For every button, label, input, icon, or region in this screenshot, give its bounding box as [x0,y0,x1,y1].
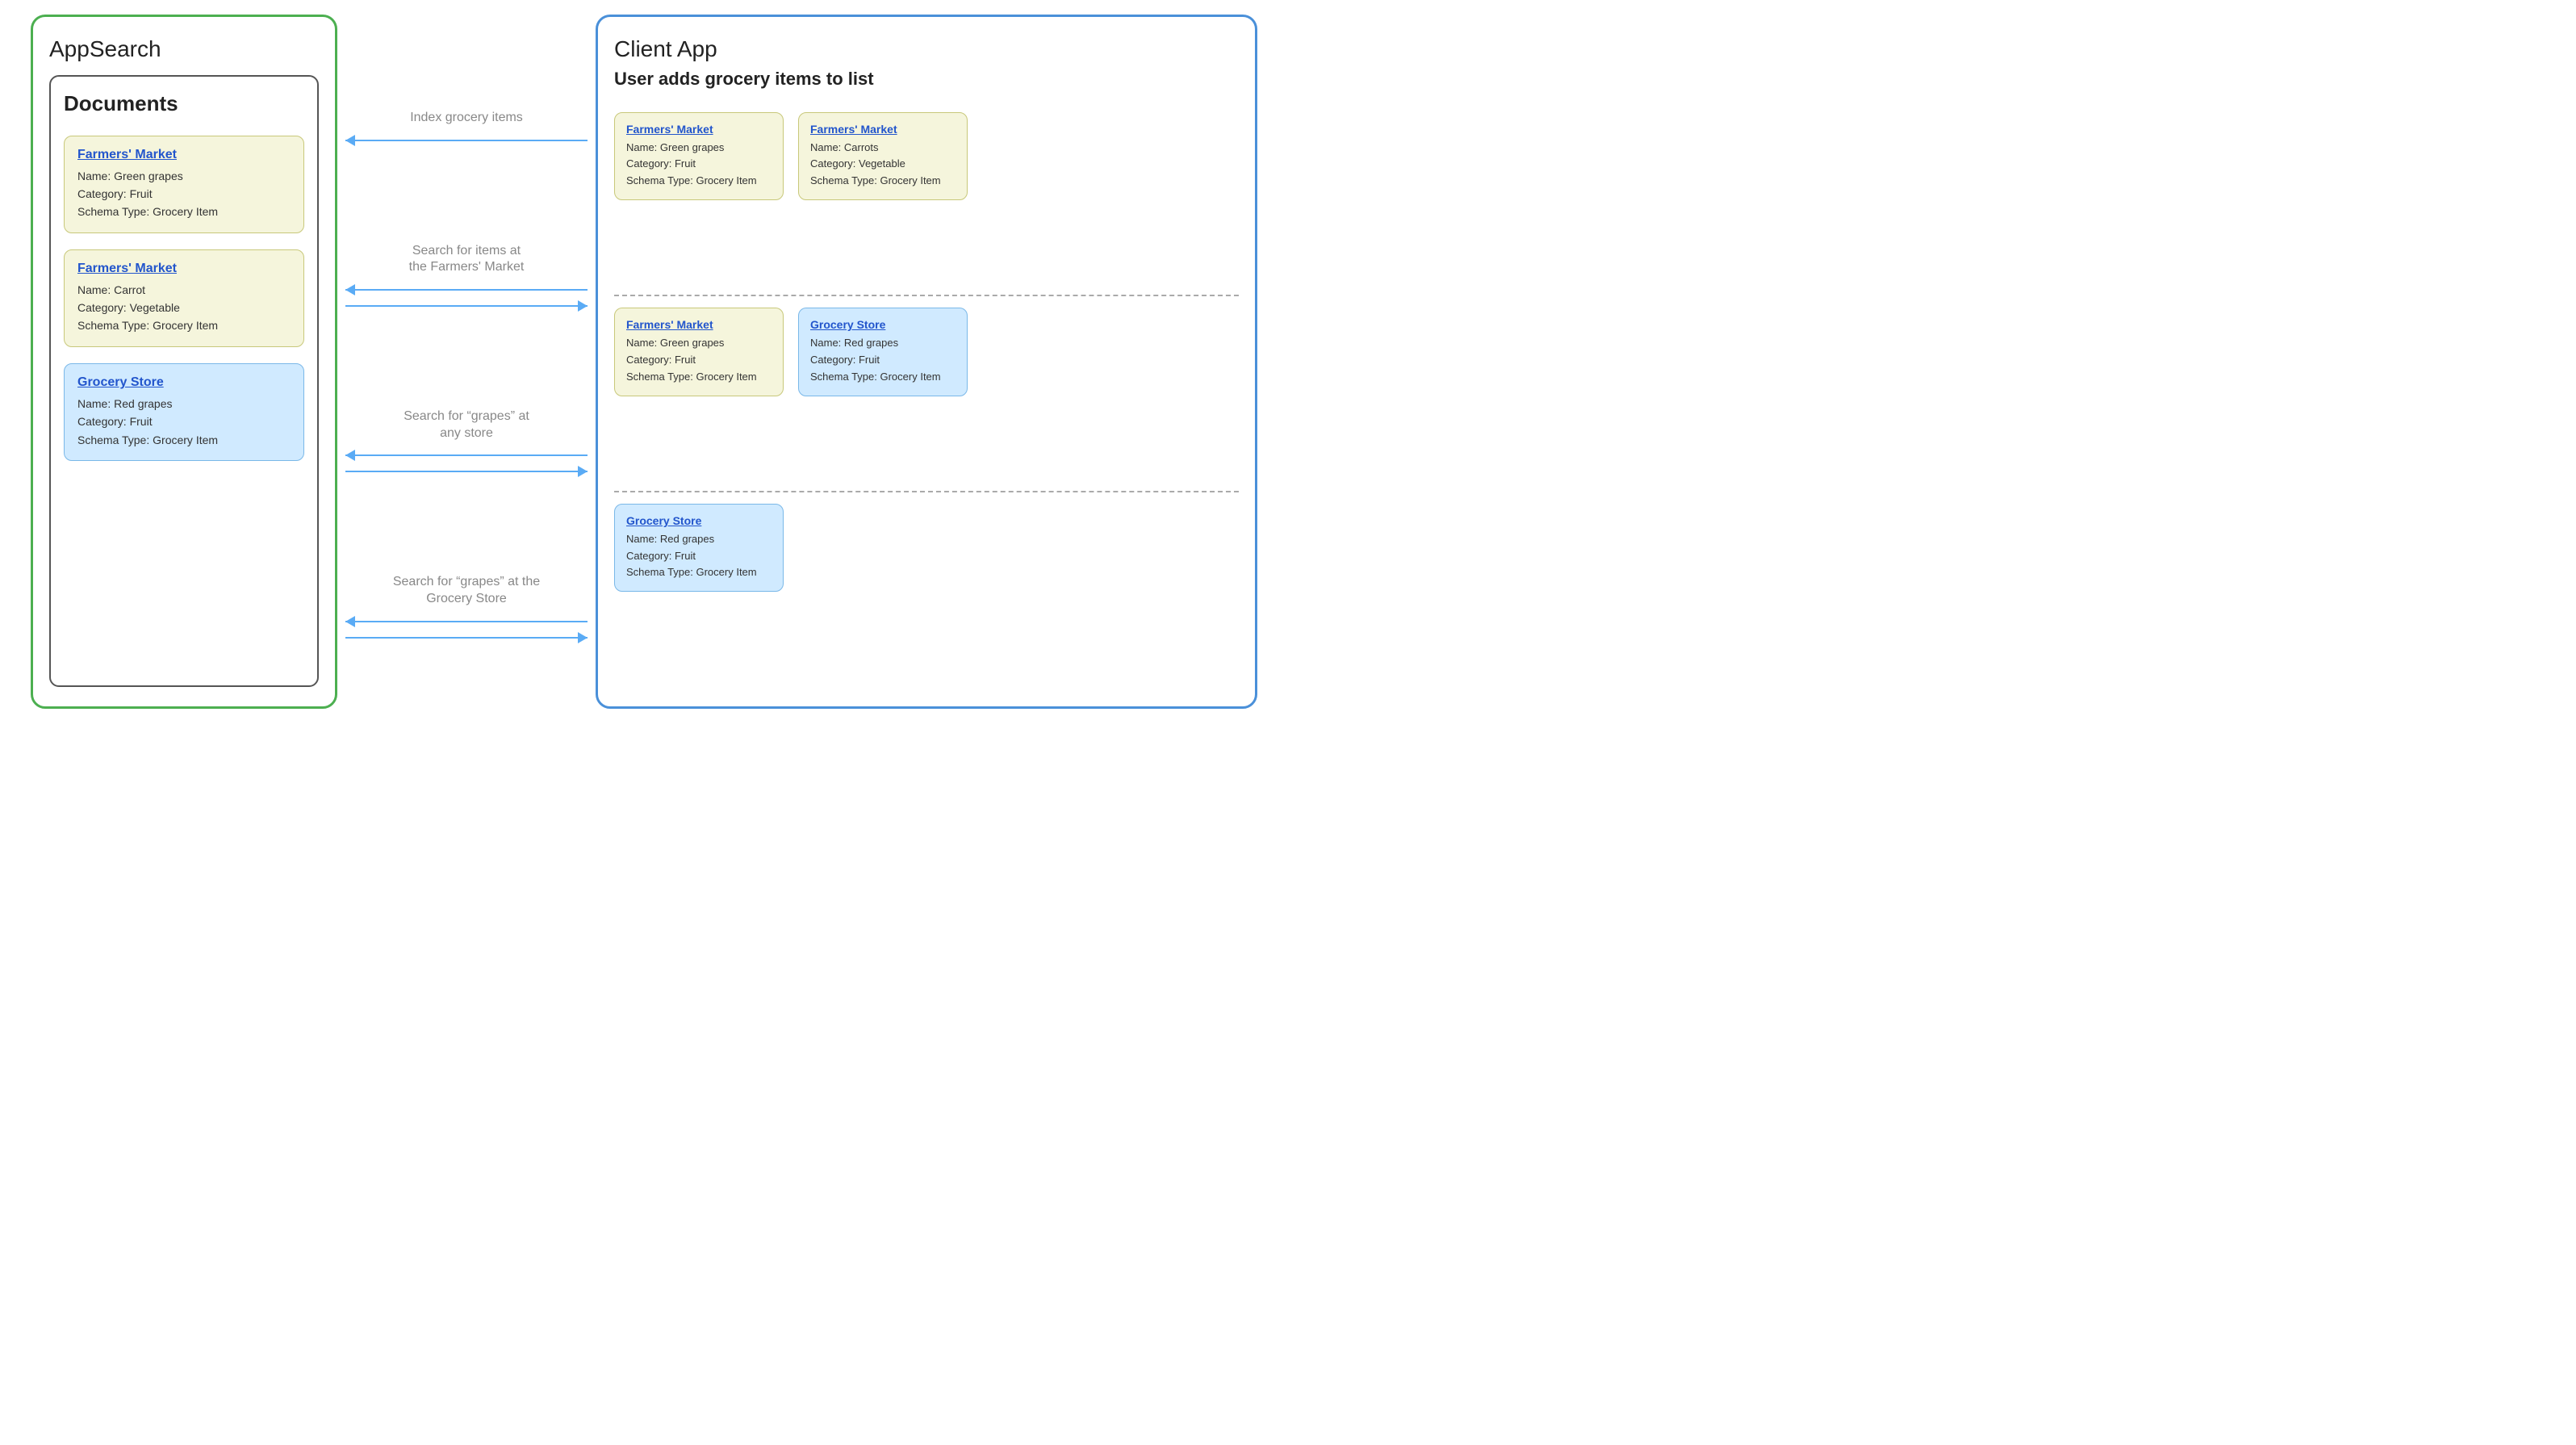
result-card-2-1-body: Name: Green grapes Category: Fruit Schem… [626,335,772,385]
result-card-2-1-store: Farmers' Market [626,318,772,331]
doc-card-1-name: Green grapes [114,170,183,182]
doc-card-3: Grocery Store Name: Red grapes Category:… [64,363,304,461]
arrow-row-4 [345,614,588,645]
doc-card-3-body: Name: Red grapes Category: Fruit Schema … [77,395,291,449]
client-section-1: Farmers' Market Name: Green grapes Categ… [614,101,1239,297]
doc-card-2-store: Farmers' Market [77,262,291,276]
result-card-2-2: Grocery Store Name: Red grapes Category:… [798,308,968,396]
arrow-row-2 [345,283,588,313]
doc-card-2-cat-label: Category: [77,301,130,314]
client-panel: Client App User adds grocery items to li… [596,15,1257,709]
appsearch-panel: AppSearch Documents Farmers' Market Name… [31,15,337,709]
documents-title: Documents [64,91,304,116]
arrow-line-left-2 [345,289,588,291]
doc-card-2-cat: Vegetable [130,301,180,314]
doc-card-1-store: Farmers' Market [77,148,291,162]
result-card-3-1-store: Grocery Store [626,514,772,527]
arrow-line-left-3 [345,454,588,456]
arrow-left-4 [345,614,588,629]
result-card-1-1: Farmers' Market Name: Green grapes Categ… [614,112,784,200]
arrow-line-left-1 [345,140,588,141]
result-card-1-2-body: Name: Carrots Category: Vegetable Schema… [810,140,956,190]
arrow-label-3: Search for “grapes” atany store [404,408,529,442]
result-card-1-1-body: Name: Green grapes Category: Fruit Schem… [626,140,772,190]
doc-card-1-cat: Fruit [130,187,153,200]
arrow-row-1 [345,133,588,148]
arrow-line-left-4 [345,621,588,622]
arrow-group-3: Search for “grapes” atany store [345,408,588,480]
client-section-3: Grocery Store Name: Red grapes Category:… [614,492,1239,687]
arrow-line-right-4 [345,637,588,639]
arrows-section: Index grocery items Search for items att… [337,15,596,709]
doc-card-2-name-label: Name: [77,283,114,296]
arrow-left-1 [345,133,588,148]
arrow-label-1: Index grocery items [410,110,523,127]
doc-card-3-schema: Grocery Item [153,434,218,446]
doc-card-3-name-label: Name: [77,397,114,410]
arrow-line-right-3 [345,471,588,472]
arrow-line-right-2 [345,305,588,307]
doc-card-2-schema-label: Schema Type: [77,319,153,332]
documents-box: Documents Farmers' Market Name: Green gr… [49,75,319,687]
arrow-group-2: Search for items atthe Farmers' Market [345,243,588,314]
main-diagram: AppSearch Documents Farmers' Market Name… [31,15,1257,709]
arrow-group-1: Index grocery items [345,110,588,148]
arrow-label-4: Search for “grapes” at theGrocery Store [393,574,540,608]
doc-card-1-body: Name: Green grapes Category: Fruit Schem… [77,167,291,221]
doc-card-3-cat-label: Category: [77,415,130,428]
arrow-right-2 [345,299,588,313]
result-card-2-2-store: Grocery Store [810,318,956,331]
doc-card-2-schema: Grocery Item [153,319,218,332]
doc-card-1-cat-label: Category: [77,187,130,200]
doc-card-1-schema-label: Schema Type: [77,205,153,218]
result-card-3-1-body: Name: Red grapes Category: Fruit Schema … [626,531,772,581]
arrow-left-3 [345,448,588,463]
doc-card-2-body: Name: Carrot Category: Vegetable Schema … [77,281,291,335]
doc-card-2-name: Carrot [114,283,145,296]
arrow-label-2: Search for items atthe Farmers' Market [409,243,525,277]
doc-card-1-schema: Grocery Item [153,205,218,218]
client-sections: Farmers' Market Name: Green grapes Categ… [614,101,1239,687]
result-card-2-1: Farmers' Market Name: Green grapes Categ… [614,308,784,396]
doc-card-3-cat: Fruit [130,415,153,428]
doc-card-3-store: Grocery Store [77,375,291,390]
appsearch-title: AppSearch [49,36,319,62]
result-card-1-2-store: Farmers' Market [810,123,956,136]
client-title: Client App [614,36,1239,62]
result-card-1-1-store: Farmers' Market [626,123,772,136]
doc-card-1-name-label: Name: [77,170,114,182]
arrow-group-4: Search for “grapes” at theGrocery Store [345,574,588,645]
arrow-right-4 [345,630,588,645]
arrow-left-2 [345,283,588,297]
arrow-row-3 [345,448,588,479]
doc-card-1: Farmers' Market Name: Green grapes Categ… [64,136,304,233]
result-card-3-1: Grocery Store Name: Red grapes Category:… [614,504,784,592]
arrow-right-3 [345,464,588,479]
doc-card-3-schema-label: Schema Type: [77,434,153,446]
doc-card-3-name: Red grapes [114,397,172,410]
result-card-2-2-body: Name: Red grapes Category: Fruit Schema … [810,335,956,385]
client-section-2: Farmers' Market Name: Green grapes Categ… [614,296,1239,492]
user-section-title: User adds grocery items to list [614,69,1239,90]
doc-card-2: Farmers' Market Name: Carrot Category: V… [64,249,304,347]
result-card-1-2: Farmers' Market Name: Carrots Category: … [798,112,968,200]
